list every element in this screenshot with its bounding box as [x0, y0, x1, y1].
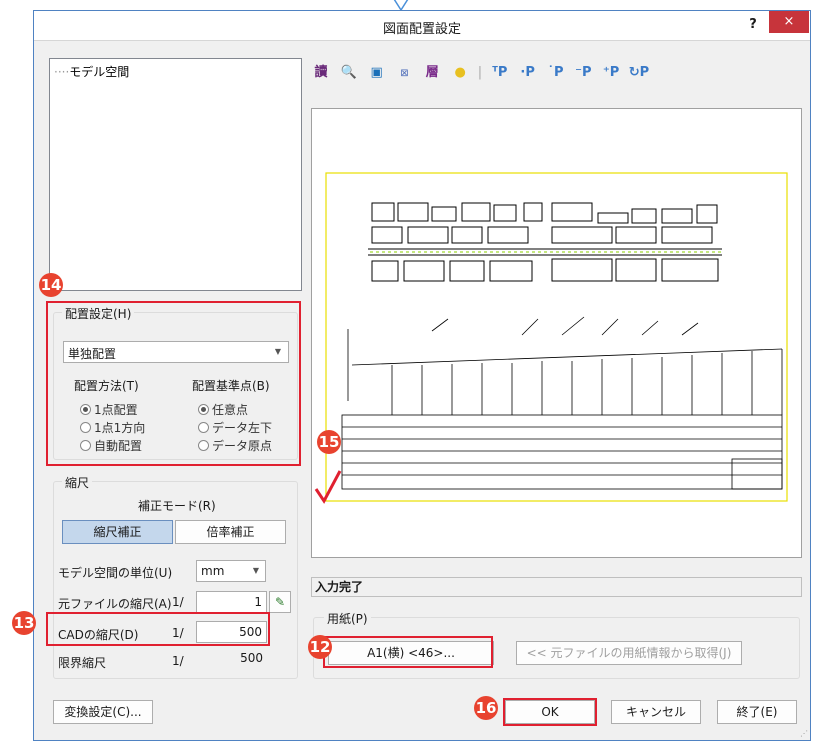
highlight-ok-button — [503, 698, 597, 726]
layer-icon[interactable]: 層 — [421, 62, 443, 84]
point-rotate-icon[interactable]: ↻P — [628, 62, 650, 84]
scale-group: 縮尺 補正モード(R) 縮尺補正 倍率補正 モデル空間の単位(U) mm ▼ 元… — [53, 474, 298, 679]
highlight-paper-button — [323, 636, 493, 668]
toolbar-separator: | — [477, 65, 483, 80]
source-scale-input[interactable]: 1 — [196, 591, 267, 613]
point-all-icon[interactable]: ⁺P — [600, 62, 622, 84]
move-icon[interactable]: ▣ — [366, 62, 388, 84]
chevron-down-icon: ▼ — [252, 566, 259, 575]
help-button[interactable]: ? — [740, 15, 766, 35]
title-bar: 図面配置設定 ? × — [34, 11, 810, 41]
step-badge-16: 16 — [474, 696, 498, 720]
point-top-right-icon[interactable]: ·P — [517, 62, 539, 84]
preview-canvas[interactable] — [311, 108, 802, 558]
dialog-window: 図面配置設定 ? × ····モデル空間 配置設定(H) 単独配置 ▼ 配置方法… — [33, 10, 811, 741]
scale-correction-button[interactable]: 縮尺補正 — [62, 520, 173, 544]
scale-group-label: 縮尺 — [62, 474, 93, 491]
toolbar: 讀 🔍 ▣ ⊠ 層 ● | ᵀP ·P ˙P ⁻P ⁺P ↻P — [310, 62, 780, 96]
cancel-button[interactable]: キャンセル — [611, 700, 701, 724]
convert-settings-button[interactable]: 変換設定(C)... — [53, 700, 153, 724]
model-unit-value: mm — [201, 564, 225, 578]
step-badge-14: 14 — [39, 273, 63, 297]
model-unit-label: モデル空間の単位(U) — [58, 566, 173, 580]
limit-scale-prefix: 1/ — [172, 654, 184, 668]
ratio-correction-button[interactable]: 倍率補正 — [175, 520, 286, 544]
close-button[interactable]: × — [769, 11, 809, 33]
resize-grip-icon[interactable]: ⋰ — [800, 729, 808, 738]
point-top-left-icon[interactable]: ᵀP — [489, 62, 511, 84]
dialog-title: 図面配置設定 — [382, 22, 461, 37]
check-mark-icon — [314, 470, 342, 504]
limit-scale-value: 500 — [240, 651, 263, 665]
tree-view[interactable]: ····モデル空間 — [49, 58, 302, 291]
point-center-icon[interactable]: ˙P — [544, 62, 566, 84]
limit-scale-label: 限界縮尺 — [58, 656, 107, 670]
zoom-icon[interactable]: 🔍 — [338, 62, 360, 84]
step-badge-12: 12 — [308, 635, 332, 659]
tree-item-label: モデル空間 — [69, 65, 130, 79]
step-badge-15: 15 — [317, 430, 341, 454]
source-scale-label: 元ファイルの縮尺(A) — [58, 597, 172, 611]
step-badge-13: 13 — [12, 611, 36, 635]
highlight-cad-scale — [46, 612, 270, 646]
read-icon[interactable]: 讀 — [310, 62, 332, 84]
light-icon[interactable]: ● — [449, 62, 471, 84]
tree-line-icon: ···· — [54, 65, 70, 79]
model-unit-select[interactable]: mm ▼ — [196, 560, 266, 582]
status-bar: 入力完了 — [311, 577, 802, 597]
scale-icon[interactable]: ⊠ — [393, 63, 415, 85]
pick-scale-icon[interactable]: ✎ — [269, 591, 291, 613]
correction-mode-label: 補正モード(R) — [138, 499, 216, 513]
source-scale-prefix: 1/ — [172, 595, 184, 609]
exit-button[interactable]: 終了(E) — [717, 700, 797, 724]
drawing-preview — [314, 172, 788, 504]
paper-group-label: 用紙(P) — [324, 610, 371, 627]
highlight-layout-settings — [46, 301, 301, 466]
get-paper-from-source-button[interactable]: << 元ファイルの用紙情報から取得(J) — [516, 641, 742, 665]
point-bottom-icon[interactable]: ⁻P — [572, 62, 594, 84]
tree-item-model-space[interactable]: ····モデル空間 — [54, 63, 129, 80]
